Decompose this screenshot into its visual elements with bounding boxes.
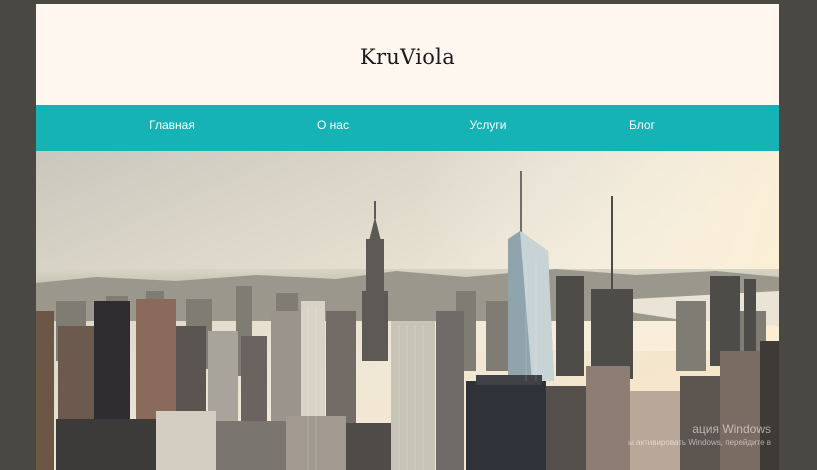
page-container: KruViola Главная О нас Услуги Блог ация … [36, 4, 779, 470]
nav-item-services[interactable]: Услуги [470, 105, 507, 151]
site-logo-text[interactable]: KruViola [360, 45, 455, 69]
site-header: KruViola [36, 4, 779, 104]
watermark-line-2: ы активировать Windows, перейдите в [628, 438, 771, 447]
watermark-line-1: ация Windows [692, 422, 771, 436]
nav-item-about[interactable]: О нас [317, 105, 349, 151]
main-navigation: Главная О нас Услуги Блог [36, 105, 779, 151]
nav-item-blog[interactable]: Блог [629, 105, 655, 151]
windows-activation-watermark: ация Windows ы активировать Windows, пер… [628, 422, 771, 450]
hero-city-image: ация Windows ы активировать Windows, пер… [36, 151, 779, 470]
nav-item-home[interactable]: Главная [149, 105, 195, 151]
